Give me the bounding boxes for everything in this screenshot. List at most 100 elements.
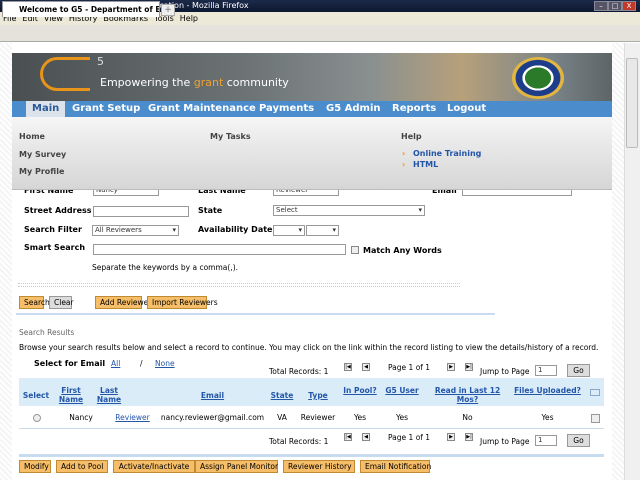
match-any-words-label: Match Any Words [363,246,442,255]
nav-logout[interactable]: Logout [441,101,492,117]
cell-state: VA [277,413,287,422]
tagline: Empowering the grant community [100,76,289,89]
divider [16,313,495,315]
prev-page-icon[interactable]: ◀ [362,433,370,441]
assign-panel-monitor-button[interactable]: Assign Panel Monitor [195,460,278,473]
jump-to-page-label: Jump to Page [480,367,530,376]
search-filter-select[interactable]: All Reviewers [92,225,179,236]
nav-g5-admin[interactable]: G5 Admin [320,101,387,117]
cell-read: No [462,413,473,422]
select-none-link[interactable]: None [155,359,175,368]
next-page-icon[interactable]: ▶ [447,433,455,441]
email-notification-button[interactable]: Email Notification [360,460,431,473]
scrollbar-thumb[interactable] [626,58,638,148]
envelope-icon [590,389,600,396]
clear-button[interactable]: Clear [49,296,74,309]
col-state[interactable]: State [268,391,296,400]
state-select[interactable]: Select [273,205,425,216]
close-button[interactable]: X [622,1,636,11]
results-intro: Browse your search results below and sel… [19,343,599,352]
first-page-icon[interactable]: |◀ [344,363,352,371]
col-files-uploaded[interactable]: Files Uploaded? [510,386,585,395]
page-indicator: Page 1 of 1 [388,433,431,442]
g5-logo-sup: 5 [97,55,104,68]
menu-my-profile[interactable]: My Profile [19,167,64,176]
select-all-link[interactable]: All [111,359,120,368]
col-type[interactable]: Type [300,391,336,400]
tagline-pre: Empowering the [100,76,194,89]
search-button[interactable]: Search [19,296,50,309]
activate-inactivate-button[interactable]: Activate/Inactivate [113,460,195,473]
separator: / [140,359,143,368]
cell-g5-user: Yes [395,413,409,422]
new-tab-button[interactable]: + [161,4,175,16]
nav-main[interactable]: Main [26,101,66,117]
menu-home[interactable]: Home [19,132,45,141]
nav-payments[interactable]: Payments [253,101,320,117]
divider [18,283,460,287]
match-any-words-checkbox[interactable] [351,246,359,254]
chevron-right-icon: › [402,149,406,158]
last-page-icon[interactable]: ▶| [465,433,473,441]
minimize-button[interactable]: – [594,1,608,11]
import-reviewers-button[interactable]: Import Reviewers [147,296,218,309]
tagline-grant: grant [193,76,224,89]
col-email[interactable]: Email [160,391,265,400]
menu-help[interactable]: Help [180,14,198,23]
go-button[interactable]: Go [567,364,590,377]
total-records: Total Records: 1 [269,437,329,446]
jump-to-page-input[interactable]: 1 [535,435,557,446]
go-button[interactable]: Go [567,434,590,447]
col-select: Select [22,391,50,400]
add-reviewer-button[interactable]: Add Reviewer [95,296,151,309]
total-records: Total Records: 1 [269,367,329,376]
select-for-email-label: Select for Email [34,359,106,368]
jump-to-page-input[interactable]: 1 [535,365,557,376]
availability-date-select-1[interactable] [273,225,305,236]
chevron-right-icon: › [402,160,406,169]
col-first-name[interactable]: First Name [56,386,86,404]
browser-tab[interactable]: Welcome to G5 - Department of Edu... [2,1,160,17]
modify-button[interactable]: Modify [19,460,51,473]
menu-my-survey[interactable]: My Survey [19,150,66,159]
smart-search-label: Smart Search [24,243,86,252]
nav-grant-maintenance[interactable]: Grant Maintenance [142,101,262,117]
divider [19,428,604,429]
add-to-pool-button[interactable]: Add to Pool [56,460,108,473]
col-in-pool[interactable]: In Pool? [340,386,380,395]
col-last-name[interactable]: Last Name [89,386,129,404]
nav-reports[interactable]: Reports [386,101,442,117]
cell-type: Reviewer [300,413,336,422]
col-read-last-12[interactable]: Read in Last 12 Mos? [430,386,505,404]
cell-last-name-link[interactable]: Reviewer [110,413,155,422]
street-input[interactable] [93,206,189,217]
tagline-post: community [223,76,289,89]
reviewer-history-button[interactable]: Reviewer History [283,460,355,473]
menu-html[interactable]: HTML [413,160,438,169]
maximize-button[interactable]: □ [608,1,622,11]
jump-to-page-label: Jump to Page [480,437,530,446]
first-page-icon[interactable]: |◀ [344,433,352,441]
smart-search-hint: Separate the keywords by a comma(,). [92,263,239,272]
menu-my-tasks[interactable]: My Tasks [210,132,251,141]
tab-bar [0,25,640,42]
email-checkbox[interactable] [591,414,600,423]
col-g5-user[interactable]: G5 User [382,386,422,395]
select-radio[interactable] [33,414,41,422]
menu-online-training[interactable]: Online Training [413,149,481,158]
department-seal [512,57,564,99]
cell-files: Yes [541,413,554,422]
cell-in-pool: Yes [353,413,367,422]
last-page-icon[interactable]: ▶| [465,363,473,371]
page-indicator: Page 1 of 1 [388,363,431,372]
cell-email: nancy.reviewer@gmail.com [160,413,265,422]
availability-date-label: Availability Date [198,225,273,234]
g5-logo [40,57,90,91]
prev-page-icon[interactable]: ◀ [362,363,370,371]
nav-grant-setup[interactable]: Grant Setup [66,101,146,117]
smart-search-input[interactable] [93,244,346,255]
search-filter-label: Search Filter [24,225,82,234]
next-page-icon[interactable]: ▶ [447,363,455,371]
main-dropdown-menu [12,117,612,190]
availability-date-select-2[interactable] [306,225,339,236]
